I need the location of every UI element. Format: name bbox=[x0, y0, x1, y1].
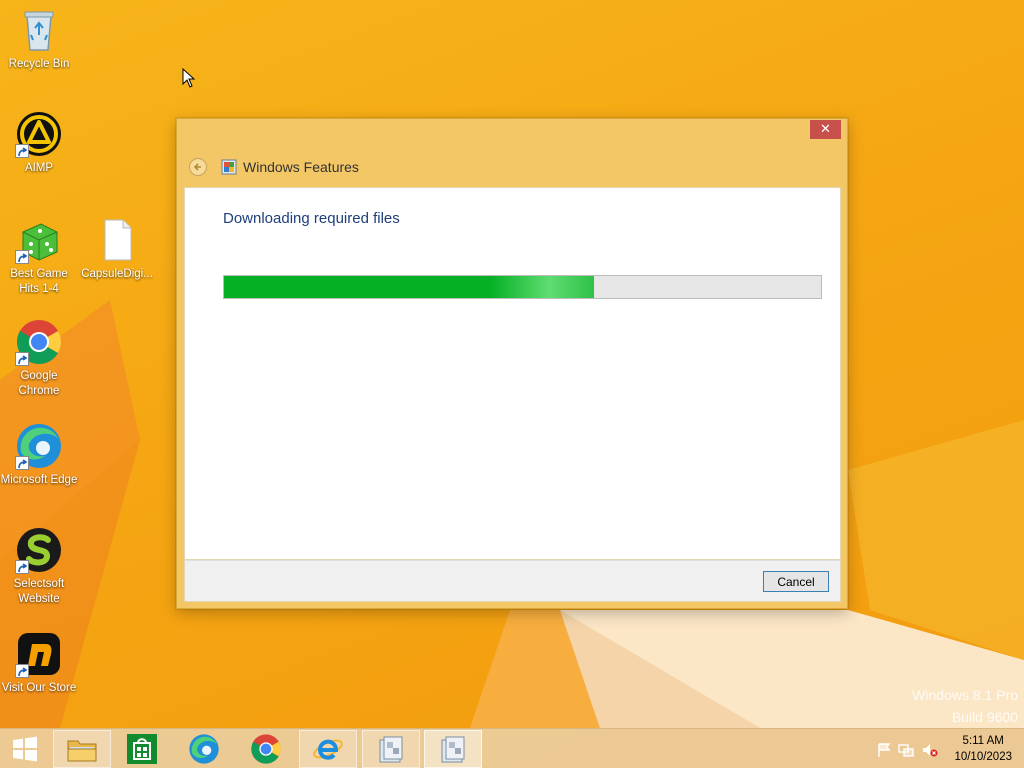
file-icon bbox=[93, 216, 141, 264]
desktop-icon-label: CapsuleDigi... bbox=[81, 268, 153, 280]
desktop-icon-microsoft-edge[interactable]: Microsoft Edge bbox=[0, 422, 78, 488]
chrome-icon bbox=[251, 734, 281, 764]
mouse-cursor-icon bbox=[182, 68, 196, 88]
back-arrow-icon bbox=[193, 163, 201, 171]
recycle-bin-icon bbox=[15, 6, 63, 54]
action-center-flag-icon[interactable] bbox=[876, 742, 892, 758]
taskbar: 5:11 AM 10/10/2023 bbox=[0, 728, 1024, 768]
desktop-icon-label: Selectsoft Website bbox=[13, 578, 65, 605]
store-icon bbox=[127, 734, 157, 764]
desktop-icon-google-chrome[interactable]: Google Chrome bbox=[0, 318, 78, 399]
network-icon[interactable] bbox=[898, 742, 914, 758]
taskbar-internet-explorer[interactable] bbox=[299, 730, 357, 768]
desktop-icon-label: Best Game Hits 1-4 bbox=[10, 268, 68, 295]
dialog-title: Windows Features bbox=[243, 159, 359, 175]
clock-time: 5:11 AM bbox=[962, 735, 1004, 747]
status-text: Downloading required files bbox=[223, 210, 400, 227]
desktop-icon-label: Visit Our Store bbox=[1, 682, 77, 694]
windows-features-icon bbox=[441, 736, 465, 763]
clock[interactable]: 5:11 AM 10/10/2023 bbox=[954, 733, 1012, 765]
dialog-footer: Cancel bbox=[184, 560, 841, 602]
taskbar-edge[interactable] bbox=[175, 730, 233, 768]
start-button[interactable] bbox=[0, 730, 50, 768]
desktop-icon-label: AIMP bbox=[24, 162, 54, 174]
os-watermark: Windows 8.1 Pro Build 9600 bbox=[912, 684, 1018, 728]
watermark-edition: Windows 8.1 Pro bbox=[912, 687, 1018, 703]
taskbar-windows-features-1[interactable] bbox=[362, 730, 420, 768]
aimp-icon bbox=[15, 110, 63, 158]
windows-features-dialog: ✕ Windows Features Downloading required … bbox=[176, 118, 848, 609]
desktop-icon-visit-our-store[interactable]: Visit Our Store bbox=[0, 630, 78, 696]
desktop-icon-aimp[interactable]: AIMP bbox=[0, 110, 78, 176]
internet-explorer-icon bbox=[313, 739, 343, 760]
cancel-button[interactable]: Cancel bbox=[763, 571, 829, 592]
back-button[interactable] bbox=[189, 158, 207, 176]
shortcut-arrow-icon bbox=[15, 250, 29, 264]
edge-icon bbox=[189, 734, 219, 764]
progress-fill bbox=[224, 276, 595, 298]
edge-icon bbox=[15, 422, 63, 470]
taskbar-file-explorer[interactable] bbox=[53, 730, 111, 768]
desktop-icon-label: Google Chrome bbox=[18, 370, 60, 397]
store-icon bbox=[15, 630, 63, 678]
file-explorer-icon bbox=[67, 740, 97, 762]
desktop-icon-capsuledigi[interactable]: CapsuleDigi... bbox=[78, 216, 156, 282]
selectsoft-icon bbox=[15, 526, 63, 574]
taskbar-chrome[interactable] bbox=[237, 730, 295, 768]
shortcut-arrow-icon bbox=[15, 144, 29, 158]
shortcut-arrow-icon bbox=[15, 352, 29, 366]
clock-date: 10/10/2023 bbox=[954, 751, 1012, 763]
dialog-header: Windows Features bbox=[189, 157, 359, 177]
windows-features-icon bbox=[379, 736, 403, 763]
desktop-icon-recycle-bin[interactable]: Recycle Bin bbox=[0, 6, 78, 72]
desktop-icon-selectsoft-website[interactable]: Selectsoft Website bbox=[0, 526, 78, 607]
watermark-build: Build 9600 bbox=[951, 709, 1018, 725]
dice-icon bbox=[15, 216, 63, 264]
start-icon bbox=[13, 736, 37, 762]
taskbar-store[interactable] bbox=[113, 730, 171, 768]
windows-features-icon bbox=[221, 159, 237, 175]
taskbar-windows-features-2[interactable] bbox=[424, 730, 482, 768]
desktop-icon-best-game-hits[interactable]: Best Game Hits 1-4 bbox=[0, 216, 78, 297]
volume-muted-icon[interactable] bbox=[922, 742, 938, 758]
shortcut-arrow-icon bbox=[15, 664, 29, 678]
desktop-icon-label: Recycle Bin bbox=[8, 58, 70, 70]
shortcut-arrow-icon bbox=[15, 560, 29, 574]
desktop-icon-label: Microsoft Edge bbox=[0, 474, 78, 486]
progress-bar bbox=[223, 275, 822, 299]
shortcut-arrow-icon bbox=[15, 456, 29, 470]
chrome-icon bbox=[15, 318, 63, 366]
close-button[interactable]: ✕ bbox=[810, 120, 841, 139]
dialog-content: Downloading required files bbox=[184, 187, 841, 560]
